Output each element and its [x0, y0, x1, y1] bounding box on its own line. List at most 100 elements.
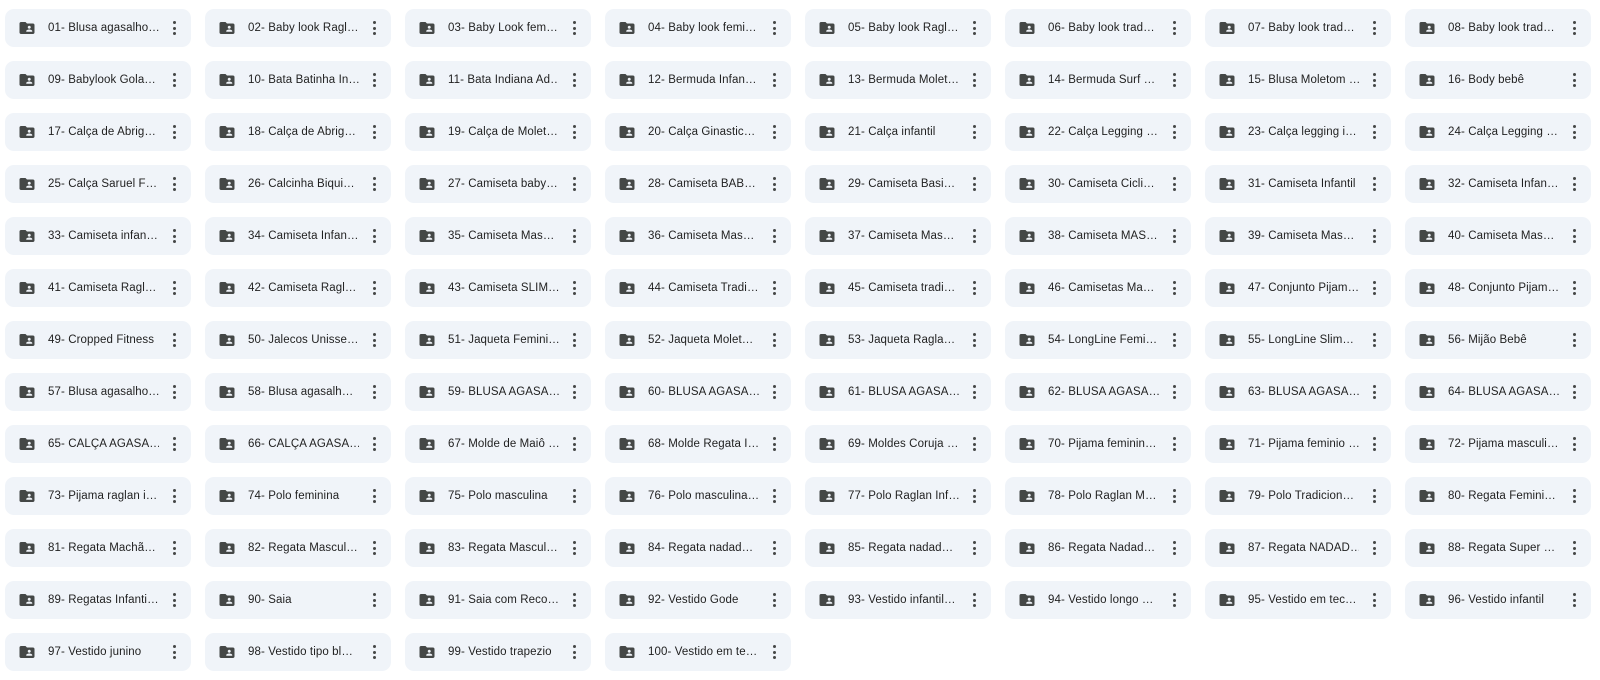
folder-item[interactable]: 64- BLUSA AGASA… — [1405, 373, 1591, 411]
folder-item[interactable]: 87- Regata NADAD… — [1205, 529, 1391, 567]
more-vertical-icon[interactable] — [365, 172, 383, 196]
more-vertical-icon[interactable] — [1565, 328, 1583, 352]
folder-item[interactable]: 63- BLUSA AGASA… — [1205, 373, 1391, 411]
folder-item[interactable]: 14- Bermuda Surf … — [1005, 61, 1191, 99]
folder-item[interactable]: 25- Calça Saruel F… — [5, 165, 191, 203]
folder-item[interactable]: 29- Camiseta Basi… — [805, 165, 991, 203]
more-vertical-icon[interactable] — [965, 224, 983, 248]
more-vertical-icon[interactable] — [165, 120, 183, 144]
more-vertical-icon[interactable] — [1165, 536, 1183, 560]
folder-item[interactable]: 65- CALÇA AGASA… — [5, 425, 191, 463]
more-vertical-icon[interactable] — [765, 380, 783, 404]
folder-item[interactable]: 03- Baby Look fem… — [405, 9, 591, 47]
folder-item[interactable]: 46- Camisetas Ma… — [1005, 269, 1191, 307]
folder-item[interactable]: 13- Bermuda Molet… — [805, 61, 991, 99]
more-vertical-icon[interactable] — [965, 380, 983, 404]
more-vertical-icon[interactable] — [565, 120, 583, 144]
more-vertical-icon[interactable] — [765, 588, 783, 612]
more-vertical-icon[interactable] — [1165, 484, 1183, 508]
more-vertical-icon[interactable] — [365, 588, 383, 612]
folder-item[interactable]: 93- Vestido infantil… — [805, 581, 991, 619]
folder-item[interactable]: 76- Polo masculina… — [605, 477, 791, 515]
more-vertical-icon[interactable] — [1365, 328, 1383, 352]
more-vertical-icon[interactable] — [765, 16, 783, 40]
folder-item[interactable]: 57- Blusa agasalho… — [5, 373, 191, 411]
more-vertical-icon[interactable] — [165, 276, 183, 300]
folder-item[interactable]: 24- Calça Legging … — [1405, 113, 1591, 151]
more-vertical-icon[interactable] — [565, 380, 583, 404]
more-vertical-icon[interactable] — [365, 224, 383, 248]
folder-item[interactable]: 90- Saia — [205, 581, 391, 619]
folder-item[interactable]: 74- Polo feminina — [205, 477, 391, 515]
folder-item[interactable]: 69- Moldes Coruja … — [805, 425, 991, 463]
folder-item[interactable]: 94- Vestido longo … — [1005, 581, 1191, 619]
folder-item[interactable]: 27- Camiseta baby… — [405, 165, 591, 203]
folder-item[interactable]: 38- Camiseta MAS… — [1005, 217, 1191, 255]
folder-item[interactable]: 01- Blusa agasalho… — [5, 9, 191, 47]
folder-item[interactable]: 51- Jaqueta Femini… — [405, 321, 591, 359]
folder-item[interactable]: 16- Body bebê — [1405, 61, 1591, 99]
folder-item[interactable]: 52- Jaqueta Molet… — [605, 321, 791, 359]
folder-item[interactable]: 67- Molde de Maiô … — [405, 425, 591, 463]
folder-item[interactable]: 10- Bata Batinha In… — [205, 61, 391, 99]
folder-item[interactable]: 96- Vestido infantil — [1405, 581, 1591, 619]
folder-item[interactable]: 05- Baby look Ragl… — [805, 9, 991, 47]
more-vertical-icon[interactable] — [165, 640, 183, 664]
folder-item[interactable]: 15- Blusa Moletom … — [1205, 61, 1391, 99]
folder-item[interactable]: 75- Polo masculina — [405, 477, 591, 515]
more-vertical-icon[interactable] — [765, 536, 783, 560]
folder-item[interactable]: 19- Calça de Molet… — [405, 113, 591, 151]
more-vertical-icon[interactable] — [765, 276, 783, 300]
folder-item[interactable]: 23- Calça legging i… — [1205, 113, 1391, 151]
more-vertical-icon[interactable] — [1365, 588, 1383, 612]
folder-item[interactable]: 31- Camiseta Infantil — [1205, 165, 1391, 203]
more-vertical-icon[interactable] — [165, 588, 183, 612]
more-vertical-icon[interactable] — [365, 432, 383, 456]
more-vertical-icon[interactable] — [1565, 120, 1583, 144]
more-vertical-icon[interactable] — [965, 484, 983, 508]
more-vertical-icon[interactable] — [965, 120, 983, 144]
folder-item[interactable]: 44- Camiseta Tradi… — [605, 269, 791, 307]
folder-item[interactable]: 80- Regata Femini… — [1405, 477, 1591, 515]
more-vertical-icon[interactable] — [365, 640, 383, 664]
more-vertical-icon[interactable] — [565, 640, 583, 664]
folder-item[interactable]: 43- Camiseta SLIM… — [405, 269, 591, 307]
folder-item[interactable]: 37- Camiseta Mas… — [805, 217, 991, 255]
more-vertical-icon[interactable] — [765, 224, 783, 248]
folder-item[interactable]: 61- BLUSA AGASA… — [805, 373, 991, 411]
more-vertical-icon[interactable] — [165, 224, 183, 248]
folder-item[interactable]: 59- BLUSA AGASA… — [405, 373, 591, 411]
more-vertical-icon[interactable] — [365, 16, 383, 40]
more-vertical-icon[interactable] — [765, 68, 783, 92]
more-vertical-icon[interactable] — [565, 68, 583, 92]
more-vertical-icon[interactable] — [1565, 16, 1583, 40]
folder-item[interactable]: 40- Camiseta Mas… — [1405, 217, 1591, 255]
more-vertical-icon[interactable] — [565, 328, 583, 352]
more-vertical-icon[interactable] — [165, 172, 183, 196]
more-vertical-icon[interactable] — [965, 68, 983, 92]
more-vertical-icon[interactable] — [965, 328, 983, 352]
folder-item[interactable]: 07- Baby look trad… — [1205, 9, 1391, 47]
more-vertical-icon[interactable] — [1165, 276, 1183, 300]
more-vertical-icon[interactable] — [1365, 432, 1383, 456]
more-vertical-icon[interactable] — [1365, 380, 1383, 404]
more-vertical-icon[interactable] — [1165, 588, 1183, 612]
more-vertical-icon[interactable] — [765, 432, 783, 456]
folder-item[interactable]: 28- Camiseta BAB… — [605, 165, 791, 203]
folder-item[interactable]: 77- Polo Raglan Inf… — [805, 477, 991, 515]
folder-item[interactable]: 70- Pijama feminin… — [1005, 425, 1191, 463]
folder-item[interactable]: 22- Calça Legging … — [1005, 113, 1191, 151]
folder-item[interactable]: 36- Camiseta Mas… — [605, 217, 791, 255]
folder-item[interactable]: 79- Polo Tradicion… — [1205, 477, 1391, 515]
folder-item[interactable]: 82- Regata Mascul… — [205, 529, 391, 567]
folder-item[interactable]: 11- Bata Indiana Ad… — [405, 61, 591, 99]
folder-item[interactable]: 81- Regata Machã… — [5, 529, 191, 567]
more-vertical-icon[interactable] — [565, 536, 583, 560]
folder-item[interactable]: 84- Regata nadad… — [605, 529, 791, 567]
folder-item[interactable]: 71- Pijama feminio … — [1205, 425, 1391, 463]
more-vertical-icon[interactable] — [1365, 276, 1383, 300]
more-vertical-icon[interactable] — [765, 172, 783, 196]
more-vertical-icon[interactable] — [1165, 172, 1183, 196]
folder-item[interactable]: 72- Pijama masculi… — [1405, 425, 1591, 463]
more-vertical-icon[interactable] — [1165, 16, 1183, 40]
